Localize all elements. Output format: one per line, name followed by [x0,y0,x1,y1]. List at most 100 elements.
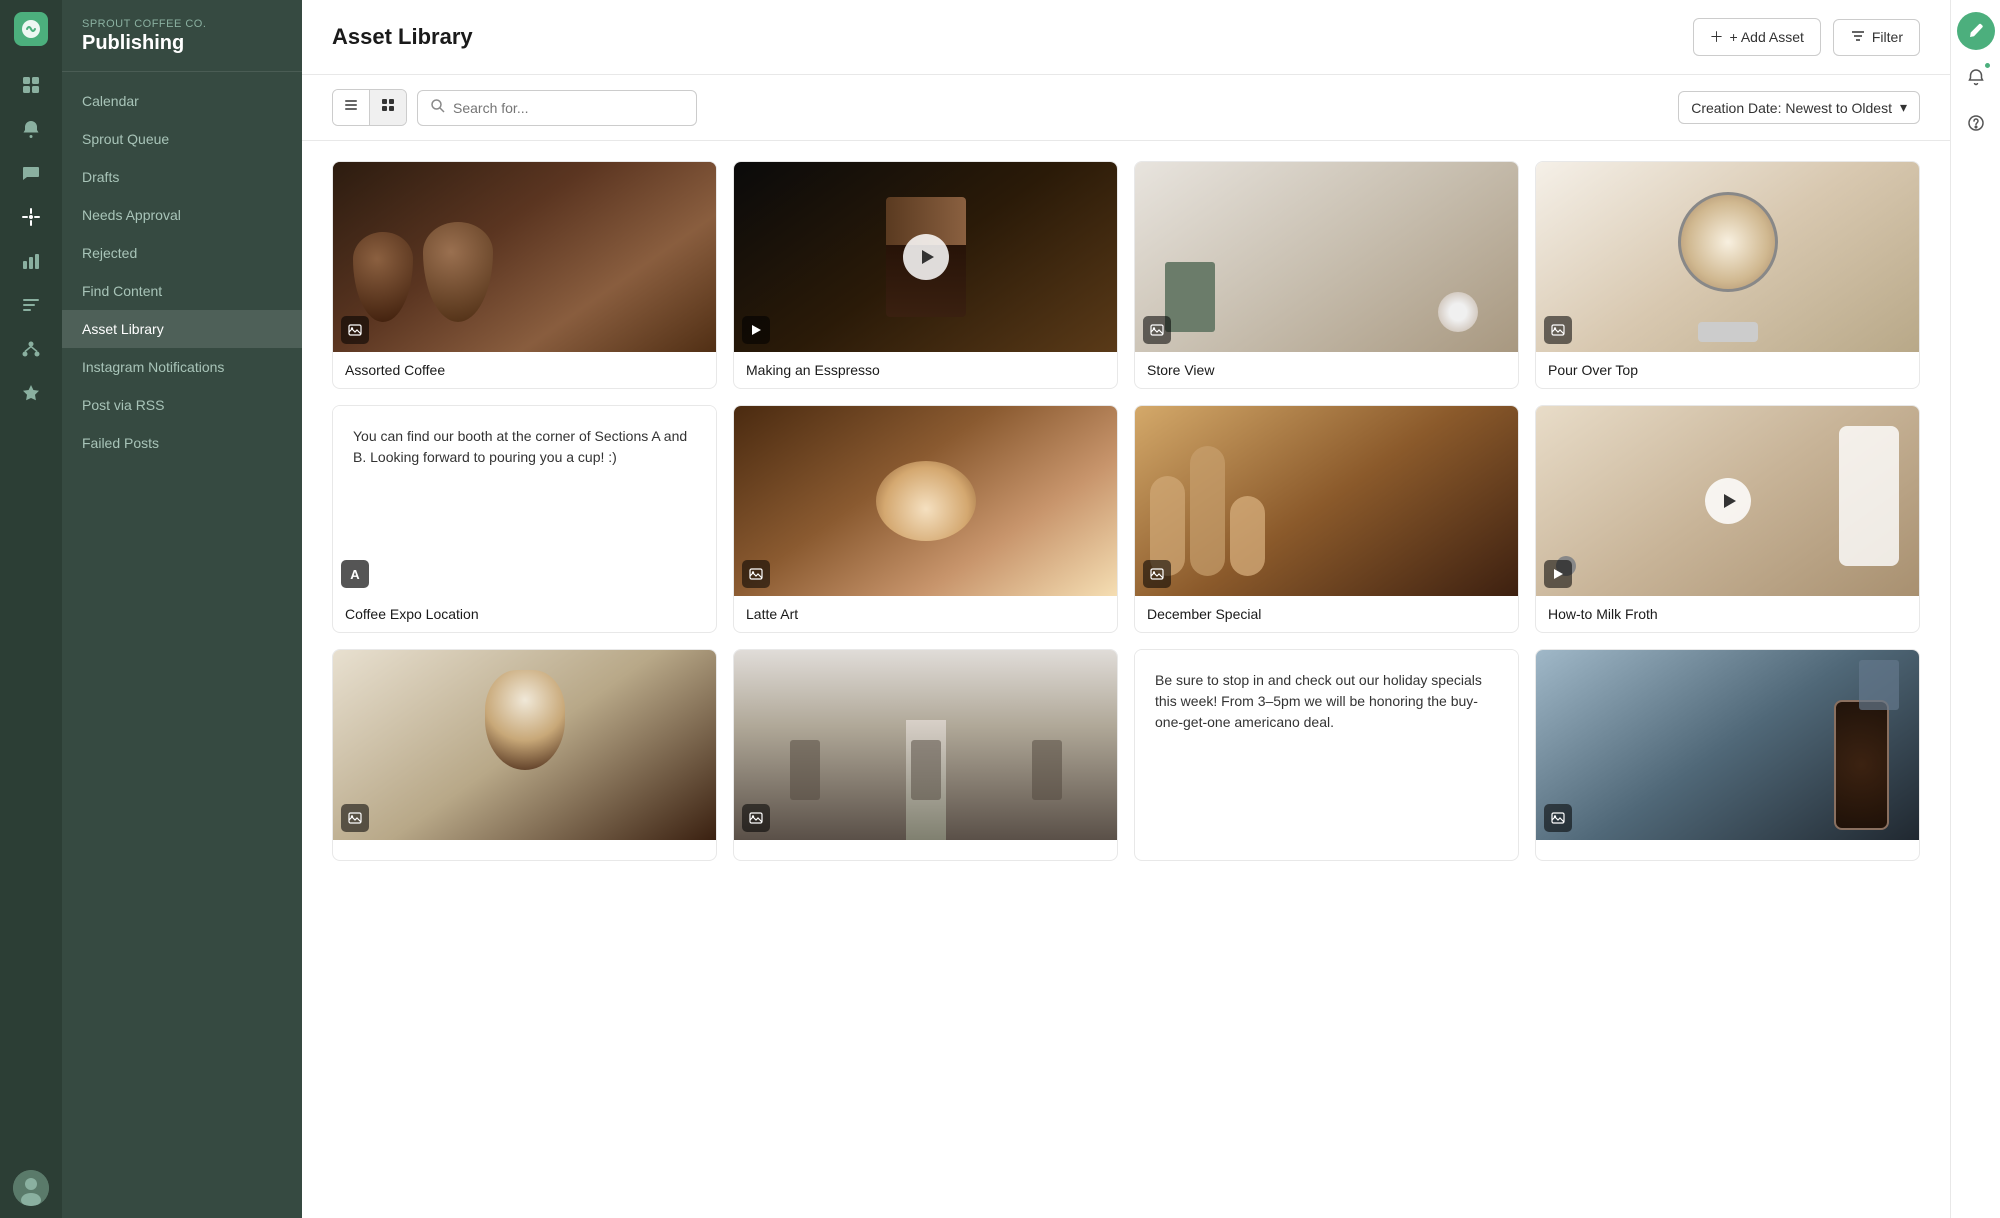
asset-type-icon-6 [742,560,770,588]
asset-title-12 [1536,840,1919,860]
sidebar-item-failed-posts[interactable]: Failed Posts [62,424,302,462]
asset-card-2[interactable]: Making an Esspresso [733,161,1118,389]
page-title: Asset Library [332,24,473,50]
sidebar-navigation: Calendar Sprout Queue Drafts Needs Appro… [62,72,302,472]
nav-icon-dashboard[interactable] [12,66,50,104]
nav-icon-publishing[interactable] [12,198,50,236]
chevron-down-icon: ▾ [1900,99,1907,116]
nav-icon-automation[interactable] [12,330,50,368]
nav-icon-listening[interactable] [12,286,50,324]
asset-card-7[interactable]: December Special [1134,405,1519,633]
sidebar: Sprout Coffee Co. Publishing Calendar Sp… [62,0,302,1218]
asset-card-8[interactable]: How-to Milk Froth [1535,405,1920,633]
notification-badge [1983,61,1992,70]
asset-type-icon-1 [341,316,369,344]
asset-thumbnail-4 [1536,162,1919,352]
asset-thumbnail-8 [1536,406,1919,596]
grid-view-icon [380,97,396,118]
sidebar-item-sprout-queue[interactable]: Sprout Queue [62,120,302,158]
compose-button[interactable] [1957,12,1995,50]
topbar: Asset Library ＋ + Add Asset Filter [302,0,1950,75]
play-button-8 [1705,478,1751,524]
asset-type-icon-9 [341,804,369,832]
asset-thumbnail-1 [333,162,716,352]
asset-title-3: Store View [1135,352,1518,388]
asset-text-content-5: You can find our booth at the corner of … [353,426,696,468]
filter-icon [1850,28,1866,47]
sidebar-item-needs-approval[interactable]: Needs Approval [62,196,302,234]
asset-card-4[interactable]: Pour Over Top [1535,161,1920,389]
asset-type-icon-10 [742,804,770,832]
list-view-icon [343,97,359,118]
asset-card-9[interactable] [332,649,717,861]
asset-grid: Assorted Coffee Mak [332,161,1920,861]
add-asset-button[interactable]: ＋ + Add Asset [1693,18,1821,56]
asset-card-6[interactable]: Latte Art [733,405,1118,633]
notifications-button[interactable] [1957,58,1995,96]
asset-thumbnail-6 [734,406,1117,596]
asset-card-12[interactable] [1535,649,1920,861]
asset-thumbnail-7 [1135,406,1518,596]
asset-title-4: Pour Over Top [1536,352,1919,388]
asset-thumbnail-2 [734,162,1117,352]
asset-card-5[interactable]: You can find our booth at the corner of … [332,405,717,633]
asset-type-icon-8 [1544,560,1572,588]
plus-icon: ＋ [1710,27,1724,47]
sidebar-item-post-via-rss[interactable]: Post via RSS [62,386,302,424]
nav-icon-reviews[interactable] [12,374,50,412]
search-input[interactable] [453,100,684,116]
asset-grid-area: Assorted Coffee Mak [302,141,1950,1218]
asset-thumbnail-11: Be sure to stop in and check out our hol… [1135,650,1518,840]
sort-label: Creation Date: Newest to Oldest [1691,100,1892,116]
view-toggle [332,89,407,126]
add-asset-label: + Add Asset [1730,29,1804,45]
asset-title-8: How-to Milk Froth [1536,596,1919,632]
topbar-actions: ＋ + Add Asset Filter [1693,18,1920,56]
main-content: Asset Library ＋ + Add Asset Filter [302,0,1950,1218]
nav-icon-analytics[interactable] [12,242,50,280]
right-rail [1950,0,2000,1218]
filter-label: Filter [1872,29,1903,45]
sidebar-item-asset-library[interactable]: Asset Library [62,310,302,348]
app-logo[interactable] [14,12,48,46]
asset-type-icon-3 [1143,316,1171,344]
toolbar: Creation Date: Newest to Oldest ▾ [302,75,1950,141]
asset-card-3[interactable]: Store View [1134,161,1519,389]
filter-button[interactable]: Filter [1833,19,1920,56]
asset-card-10[interactable] [733,649,1118,861]
sidebar-item-calendar[interactable]: Calendar [62,82,302,120]
icon-rail [0,0,62,1218]
brand-name: Publishing [82,32,282,55]
list-view-button[interactable] [333,90,370,125]
sidebar-item-drafts[interactable]: Drafts [62,158,302,196]
asset-title-9 [333,840,716,860]
sidebar-header: Sprout Coffee Co. Publishing [62,0,302,72]
asset-title-7: December Special [1135,596,1518,632]
asset-title-1: Assorted Coffee [333,352,716,388]
sidebar-item-rejected[interactable]: Rejected [62,234,302,272]
asset-thumbnail-9 [333,650,716,840]
sidebar-item-instagram-notifications[interactable]: Instagram Notifications [62,348,302,386]
help-button[interactable] [1957,104,1995,142]
user-avatar[interactable] [13,1170,49,1206]
company-name: Sprout Coffee Co. [82,18,282,30]
asset-card-11[interactable]: Be sure to stop in and check out our hol… [1134,649,1519,861]
asset-type-icon-2 [742,316,770,344]
asset-thumbnail-3 [1135,162,1518,352]
asset-title-10 [734,840,1117,860]
search-icon [430,98,445,118]
asset-thumbnail-5: You can find our booth at the corner of … [333,406,716,596]
search-box [417,90,697,126]
asset-title-5: Coffee Expo Location [333,596,716,632]
asset-title-6: Latte Art [734,596,1117,632]
nav-icon-messages[interactable] [12,154,50,192]
asset-text-content-11: Be sure to stop in and check out our hol… [1155,670,1498,733]
asset-card-1[interactable]: Assorted Coffee [332,161,717,389]
sort-dropdown[interactable]: Creation Date: Newest to Oldest ▾ [1678,91,1920,124]
toolbar-left [332,89,697,126]
asset-thumbnail-12 [1536,650,1919,840]
grid-view-button[interactable] [370,90,406,125]
sidebar-item-find-content[interactable]: Find Content [62,272,302,310]
asset-title-2: Making an Esspresso [734,352,1117,388]
nav-icon-notifications[interactable] [12,110,50,148]
